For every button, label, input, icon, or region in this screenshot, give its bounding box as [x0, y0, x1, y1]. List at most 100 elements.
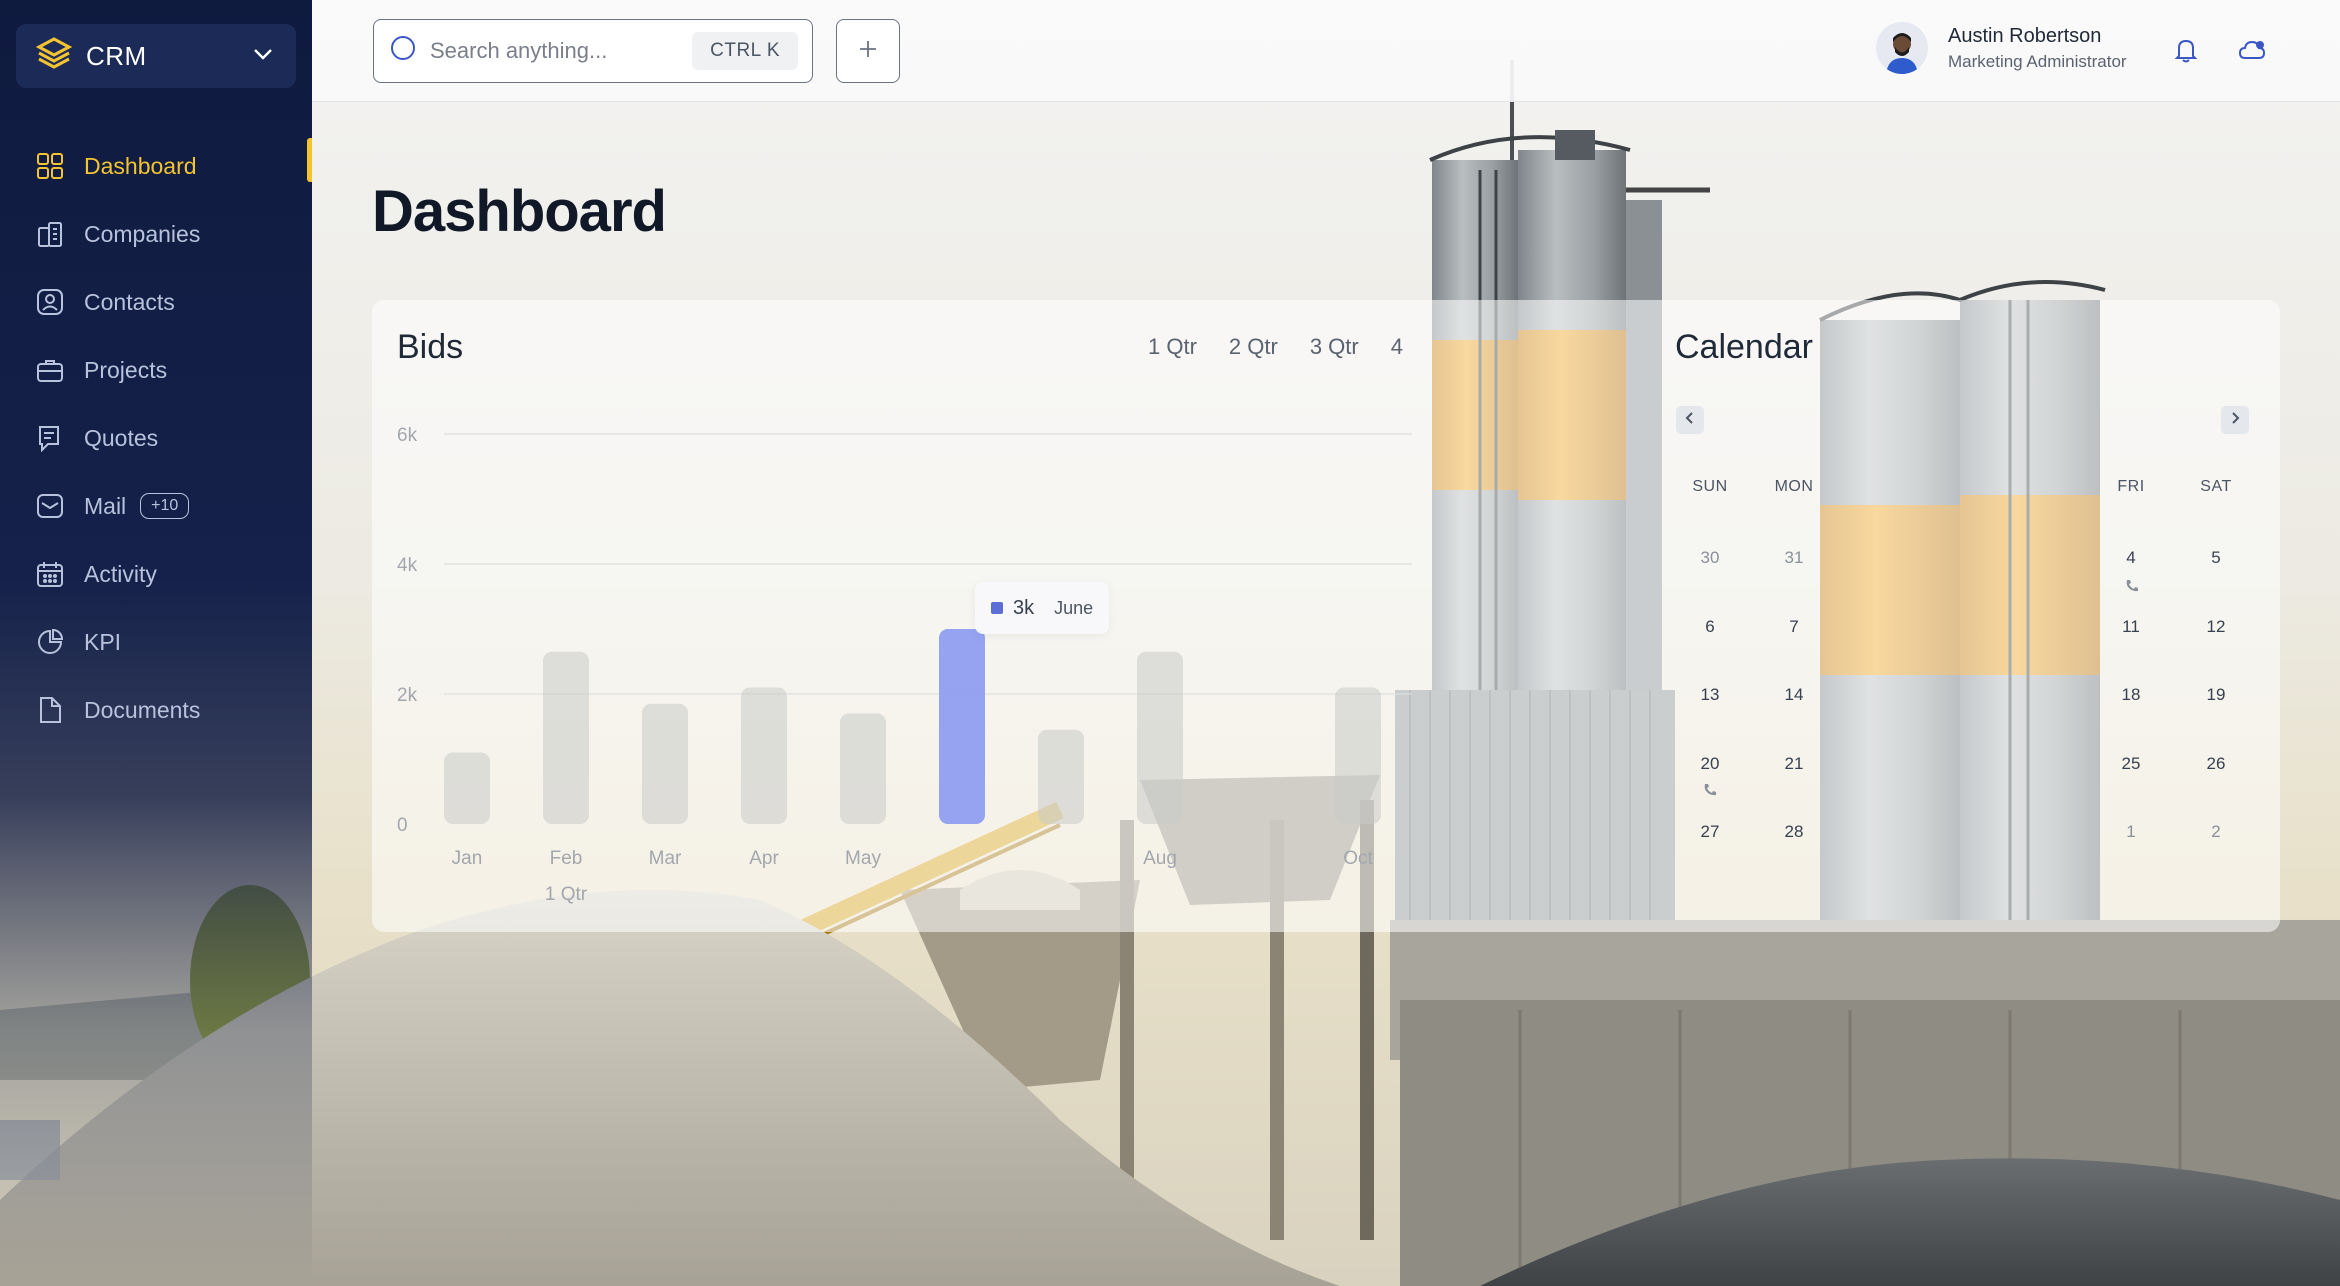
- calendar-day[interactable]: 4: [2101, 548, 2161, 568]
- page-title: Dashboard: [372, 179, 667, 244]
- logo-icon: [35, 36, 73, 77]
- bar-mar[interactable]: [642, 703, 688, 824]
- user-profile[interactable]: Austin Robertson Marketing Administrator: [1876, 22, 2127, 74]
- calendar-day[interactable]: 19: [2186, 685, 2246, 705]
- top-bar: Search anything... CTRL K Austin Roberts…: [312, 0, 2340, 102]
- keyboard-shortcut-hint: CTRL K: [692, 32, 798, 70]
- sidebar-item-contacts[interactable]: Contacts: [0, 268, 312, 336]
- calendar-day[interactable]: 7: [1764, 617, 1824, 637]
- bell-icon[interactable]: [2170, 34, 2202, 66]
- workspace-switcher[interactable]: CRM: [16, 24, 296, 88]
- calendar-next-button[interactable]: [2221, 406, 2249, 434]
- bids-chart-svg: 0 2k 4k 6k Jan Feb Mar Apr May Aug Oct 1 Qtr: [397, 425, 1412, 905]
- bar-june[interactable]: [939, 629, 985, 824]
- phone-icon: [2124, 578, 2140, 594]
- building-icon: [36, 220, 64, 248]
- calendar-day[interactable]: 18: [2101, 685, 2161, 705]
- bar-jan[interactable]: [444, 752, 490, 825]
- mail-count-badge: +10: [140, 493, 190, 519]
- calendar-day[interactable]: 11: [2101, 617, 2161, 637]
- quarter-tabs: 1 Qtr 2 Qtr 3 Qtr 4: [1148, 334, 1435, 360]
- user-role: Marketing Administrator: [1948, 51, 2127, 71]
- sidebar-item-label: Activity: [84, 560, 157, 587]
- search-icon: [390, 35, 418, 68]
- calendar-day[interactable]: 14: [1764, 685, 1824, 705]
- x-tick-label: Mar: [649, 848, 682, 869]
- tab-q4[interactable]: 4: [1391, 334, 1403, 360]
- calendar-day[interactable]: 20: [1680, 754, 1740, 774]
- dashboard-icon: [36, 152, 64, 180]
- tooltip-swatch: [991, 602, 1003, 614]
- pie-icon: [36, 628, 64, 656]
- phone-icon: [1702, 782, 1718, 798]
- calendar-day-header: MON: [1774, 478, 1814, 495]
- cloud-icon[interactable]: [2236, 34, 2268, 66]
- user-name: Austin Robertson: [1948, 24, 2102, 47]
- sidebar-item-label: Contacts: [84, 288, 175, 315]
- calendar-title: Calendar: [1675, 328, 1813, 366]
- calendar-day[interactable]: 6: [1680, 617, 1740, 637]
- calendar-day[interactable]: 25: [2101, 754, 2161, 774]
- sidebar-item-companies[interactable]: Companies: [0, 200, 312, 268]
- avatar: [1876, 22, 1928, 74]
- briefcase-icon: [36, 356, 64, 384]
- plus-icon: [857, 38, 879, 65]
- calendar-prev-button[interactable]: [1676, 406, 1704, 434]
- bids-title: Bids: [397, 328, 464, 366]
- sidebar-item-documents[interactable]: Documents: [0, 676, 312, 744]
- bar-july[interactable]: [1038, 729, 1084, 824]
- mail-icon: [36, 492, 64, 520]
- calendar-day[interactable]: 1: [2101, 822, 2161, 842]
- bar-may[interactable]: [840, 713, 886, 825]
- contact-icon: [36, 288, 64, 316]
- bar-aug[interactable]: [1137, 651, 1183, 824]
- y-tick-label: 0: [397, 815, 408, 836]
- calendar-day[interactable]: 21: [1764, 754, 1824, 774]
- main-nav: Dashboard Companies Contacts Projects Qu…: [0, 132, 312, 744]
- sidebar-item-label: Documents: [84, 696, 201, 723]
- sidebar-item-mail[interactable]: Mail +10: [0, 472, 312, 540]
- tab-q2[interactable]: 2 Qtr: [1229, 334, 1278, 360]
- x-tick-label: Apr: [749, 848, 779, 869]
- bar-oct[interactable]: [1335, 687, 1381, 825]
- x-tick-label: May: [845, 848, 881, 869]
- calendar-day[interactable]: 2: [2186, 822, 2246, 842]
- sidebar-item-label: Projects: [84, 356, 168, 383]
- sidebar-item-quotes[interactable]: Quotes: [0, 404, 312, 472]
- y-tick-label: 4k: [397, 555, 418, 576]
- calendar-day[interactable]: 30: [1680, 548, 1740, 568]
- sidebar-item-label: Dashboard: [84, 152, 197, 179]
- calendar-day[interactable]: 26: [2186, 754, 2246, 774]
- tab-q3[interactable]: 3 Qtr: [1310, 334, 1359, 360]
- chevron-down-icon: [250, 41, 276, 72]
- calendar-day[interactable]: 12: [2186, 617, 2246, 637]
- calendar-day-header: SUN: [1692, 478, 1728, 495]
- x-tick-label: Aug: [1143, 848, 1177, 869]
- chart-tooltip: 3k June: [975, 582, 1110, 634]
- tooltip-label: June: [1054, 597, 1094, 618]
- x-tick-label: Jan: [452, 848, 483, 869]
- search-input[interactable]: Search anything... CTRL K: [373, 19, 813, 83]
- calendar-day[interactable]: 13: [1680, 685, 1740, 705]
- calendar-icon: [36, 560, 64, 588]
- sidebar-item-projects[interactable]: Projects: [0, 336, 312, 404]
- add-button[interactable]: [836, 19, 900, 83]
- tooltip-value: 3k: [1013, 596, 1035, 619]
- bids-chart: 0 2k 4k 6k Jan Feb Mar Apr May Aug Oct 1 Qtr: [372, 400, 1412, 920]
- calendar-day[interactable]: 28: [1764, 822, 1824, 842]
- sidebar-item-activity[interactable]: Activity: [0, 540, 312, 608]
- tab-q1[interactable]: 1 Qtr: [1148, 334, 1197, 360]
- brand-name: CRM: [86, 40, 147, 71]
- bar-apr[interactable]: [741, 687, 787, 825]
- bar-feb[interactable]: [543, 651, 589, 824]
- calendar-day-header: SAT: [2200, 478, 2232, 495]
- x-tick-label: Oct: [1343, 848, 1373, 869]
- sidebar-item-kpi[interactable]: KPI: [0, 608, 312, 676]
- y-tick-label: 6k: [397, 425, 418, 446]
- sidebar-item-dashboard[interactable]: Dashboard: [0, 132, 312, 200]
- calendar-day[interactable]: 5: [2186, 548, 2246, 568]
- quarter-label: 1 Qtr: [545, 884, 588, 905]
- quote-icon: [36, 424, 64, 452]
- calendar-day[interactable]: 31: [1764, 548, 1824, 568]
- calendar-day[interactable]: 27: [1680, 822, 1740, 842]
